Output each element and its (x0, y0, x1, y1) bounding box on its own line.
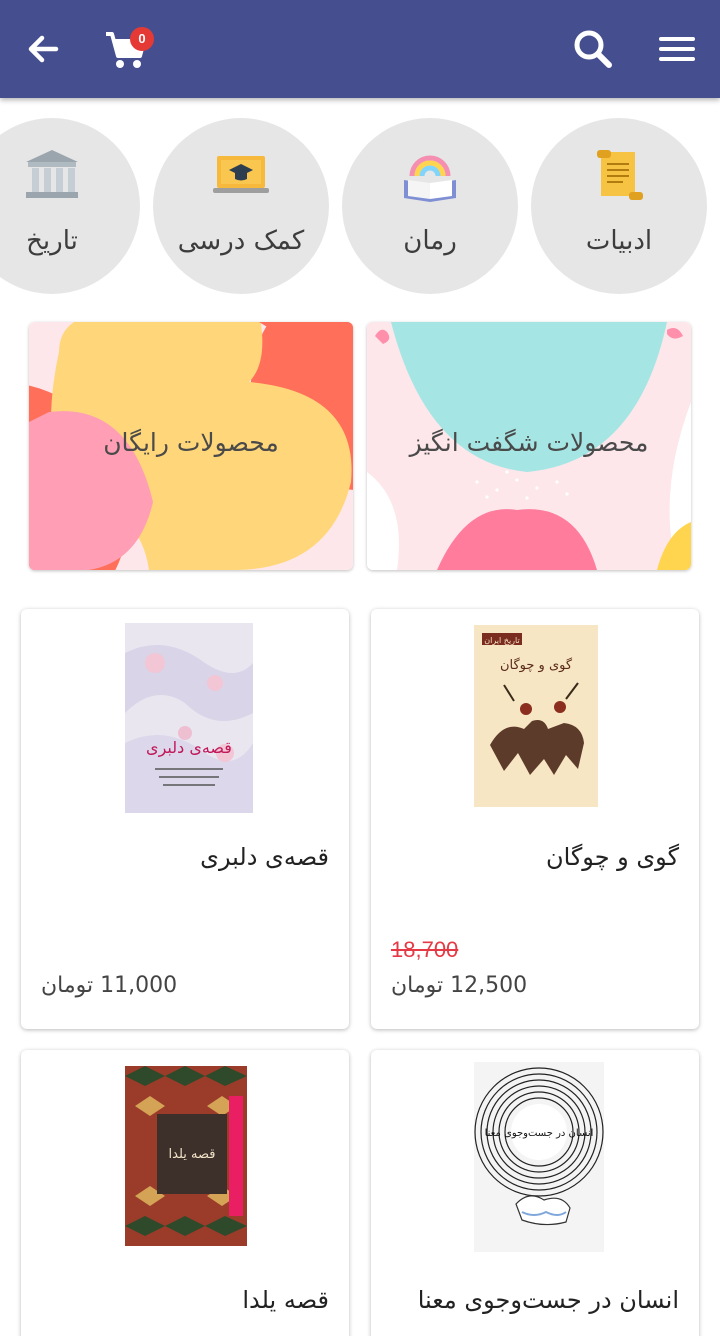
free-products-banner[interactable]: محصولات رایگان (29, 322, 353, 570)
menu-button[interactable] (652, 24, 702, 74)
product-title: قصه‌ی دلبری (200, 843, 329, 871)
rainbow-book-icon (404, 155, 456, 202)
cover-title-text: قصه‌ی دلبری (146, 738, 232, 758)
product-title: انسان در جست‌وجوی معنا (417, 1286, 679, 1314)
book-cover-image: انسان در جست‌وجوی معنا (474, 1062, 604, 1252)
cover-title-text: گوی و چوگان (500, 657, 573, 673)
category-study-aid[interactable]: کمک درسی (153, 118, 329, 294)
banner-label: محصولات رایگان (103, 428, 279, 457)
book-cover-image: قصه‌ی دلبری (125, 623, 253, 813)
category-label: رمان (403, 226, 457, 256)
category-label: ادبیات (585, 226, 653, 256)
search-icon (574, 30, 612, 68)
category-literature[interactable]: ادبیات (531, 118, 707, 294)
scroll-icon (597, 150, 643, 200)
museum-icon (26, 150, 78, 198)
product-card[interactable]: تاریخ ایران گوی و چوگان گوی و چوگان 18,7… (371, 609, 699, 1029)
product-title: گوی و چوگان (545, 843, 679, 871)
banner-label: محصولات شگفت انگیز (409, 428, 649, 457)
product-card[interactable]: قصه یلدا قصه یلدا (21, 1050, 349, 1336)
hamburger-menu-icon (659, 37, 695, 61)
category-history[interactable]: تاریخ (0, 118, 140, 294)
cover-title-text: قصه یلدا (169, 1147, 216, 1162)
app-bar: 0 (0, 0, 720, 98)
laptop-graduation-icon (213, 156, 269, 193)
category-label: تاریخ (26, 226, 78, 256)
product-old-price: 18,700 (391, 937, 459, 962)
cover-title-text: انسان در جست‌وجوی معنا (485, 1128, 594, 1139)
category-strip: ادبیات رمان کمک درسی تاریخ (0, 98, 720, 308)
product-price: 12,500 تومان (391, 973, 528, 998)
product-price: 11,000 تومان (41, 973, 178, 998)
back-button[interactable] (18, 24, 68, 74)
product-card[interactable]: قصه‌ی دلبری قصه‌ی دلبری 11,000 تومان (21, 609, 349, 1029)
amazing-products-banner[interactable]: محصولات شگفت انگیز (367, 322, 691, 570)
cover-series-text: تاریخ ایران (484, 636, 519, 645)
arrow-left-icon (28, 35, 59, 63)
search-button[interactable] (568, 24, 618, 74)
product-card[interactable]: انسان در جست‌وجوی معنا انسان در جست‌وجوی… (371, 1050, 699, 1336)
book-cover-image: تاریخ ایران گوی و چوگان (474, 625, 598, 807)
category-label: کمک درسی (177, 226, 305, 256)
book-cover-image: قصه یلدا (125, 1066, 247, 1246)
cart-count-badge: 0 (130, 27, 154, 51)
product-title: قصه یلدا (242, 1286, 329, 1314)
category-novel[interactable]: رمان (342, 118, 518, 294)
